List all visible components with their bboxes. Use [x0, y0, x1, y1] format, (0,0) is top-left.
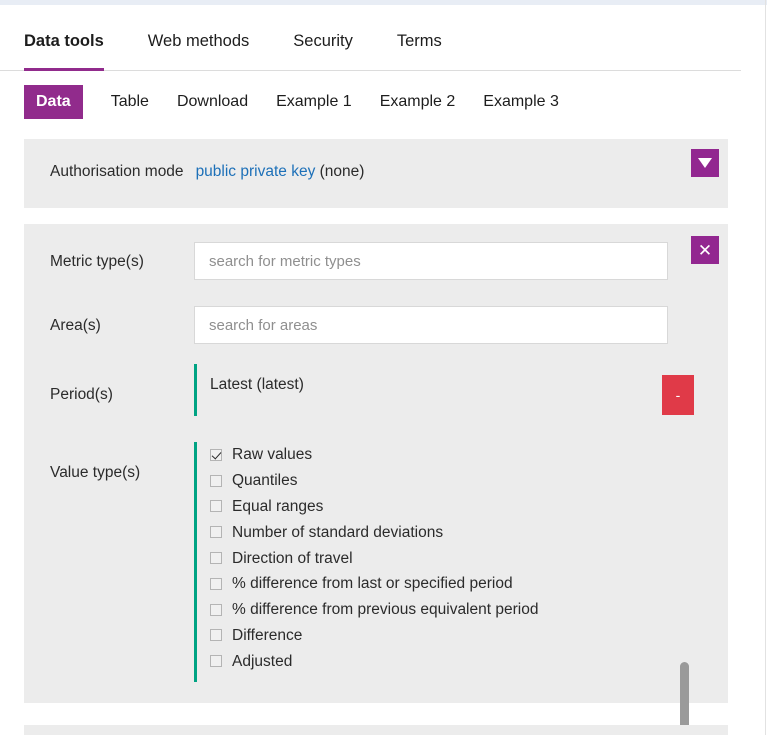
value-type-option[interactable]: % difference from previous equivalent pe… [210, 597, 650, 623]
checkbox-icon[interactable] [210, 655, 222, 668]
areas-input[interactable] [194, 306, 668, 344]
value-type-option[interactable]: Adjusted [210, 648, 650, 674]
metric-types-label: Metric type(s) [50, 253, 144, 270]
value-type-option[interactable]: Raw values [210, 442, 650, 468]
app-root: Data tools Web methods Security Terms Da… [0, 0, 767, 735]
checkbox-icon[interactable] [210, 500, 222, 513]
checkbox-icon[interactable] [210, 526, 222, 539]
subtab-download[interactable]: Download [177, 85, 248, 119]
checkbox-checked-icon[interactable] [210, 448, 222, 461]
checkbox-icon[interactable] [210, 552, 222, 565]
value-type-option[interactable]: Quantiles [210, 468, 650, 494]
value-types-accent-bar [194, 442, 197, 682]
checkbox-icon[interactable] [210, 474, 222, 487]
page-right-divider [765, 0, 766, 735]
value-type-option-label: % difference from previous equivalent pe… [232, 601, 539, 619]
authorisation-mode-value: (none) [319, 163, 365, 180]
value-type-option-label: Difference [232, 626, 303, 644]
secondary-tab-bar: Data Table Download Example 1 Example 2 … [24, 85, 559, 119]
metric-types-row: Metric type(s) [24, 242, 728, 282]
value-type-option[interactable]: Equal ranges [210, 494, 650, 520]
periods-label: Period(s) [50, 386, 113, 403]
value-types-list: Raw values Quantiles Equal ranges Number of… [210, 442, 650, 674]
value-type-option-label: Raw values [232, 446, 313, 464]
primary-tab-bar: Data tools Web methods Security Terms [0, 27, 741, 71]
checkbox-icon[interactable] [210, 603, 222, 616]
value-type-option-label: Equal ranges [232, 497, 324, 515]
checkbox-icon[interactable] [210, 629, 222, 642]
value-type-option-label: % difference from last or specified peri… [232, 575, 513, 593]
authorisation-row: Authorisation mode public private key (no… [50, 163, 364, 181]
subtab-example-1[interactable]: Example 1 [276, 85, 352, 119]
authorisation-mode-link[interactable]: public private key [196, 163, 316, 180]
subtab-data[interactable]: Data [24, 85, 83, 119]
value-type-option[interactable]: Number of standard deviations [210, 519, 650, 545]
periods-selected-value: Latest (latest) [210, 376, 304, 393]
value-type-option[interactable]: Difference [210, 623, 650, 649]
next-panel-partial [24, 725, 728, 735]
value-types-row: Value type(s) Raw values Quantiles Equal r… [24, 442, 728, 735]
value-type-option-label: Number of standard deviations [232, 523, 444, 541]
value-type-option[interactable]: % difference from last or specified peri… [210, 571, 650, 597]
tab-terms[interactable]: Terms [397, 27, 442, 68]
areas-label: Area(s) [50, 317, 101, 334]
subtab-example-3[interactable]: Example 3 [483, 85, 559, 119]
tab-security[interactable]: Security [293, 27, 353, 68]
authorisation-expand-button[interactable] [691, 149, 719, 177]
checkbox-icon[interactable] [210, 577, 222, 590]
areas-row: Area(s) [24, 306, 728, 346]
subtab-example-2[interactable]: Example 2 [380, 85, 456, 119]
periods-accent-bar [194, 364, 197, 416]
authorisation-panel: Authorisation mode public private key (no… [24, 139, 728, 208]
remove-period-button[interactable]: - [662, 375, 694, 415]
tab-web-methods[interactable]: Web methods [148, 27, 250, 68]
periods-row: Period(s) Latest (latest) - [24, 364, 728, 422]
value-type-option-label: Adjusted [232, 652, 293, 670]
authorisation-mode-label: Authorisation mode [50, 163, 184, 180]
query-builder-panel: ✕ Metric type(s) Area(s) Period(s) Lates… [24, 224, 728, 735]
chevron-down-icon [698, 158, 712, 168]
value-types-label: Value type(s) [50, 464, 141, 481]
tab-data-tools[interactable]: Data tools [24, 27, 104, 71]
metric-types-input[interactable] [194, 242, 668, 280]
top-accent-strip [0, 0, 767, 5]
value-type-option[interactable]: Direction of travel [210, 545, 650, 571]
value-type-option-label: Quantiles [232, 472, 298, 490]
subtab-table[interactable]: Table [111, 85, 149, 119]
value-type-option-label: Direction of travel [232, 549, 353, 567]
